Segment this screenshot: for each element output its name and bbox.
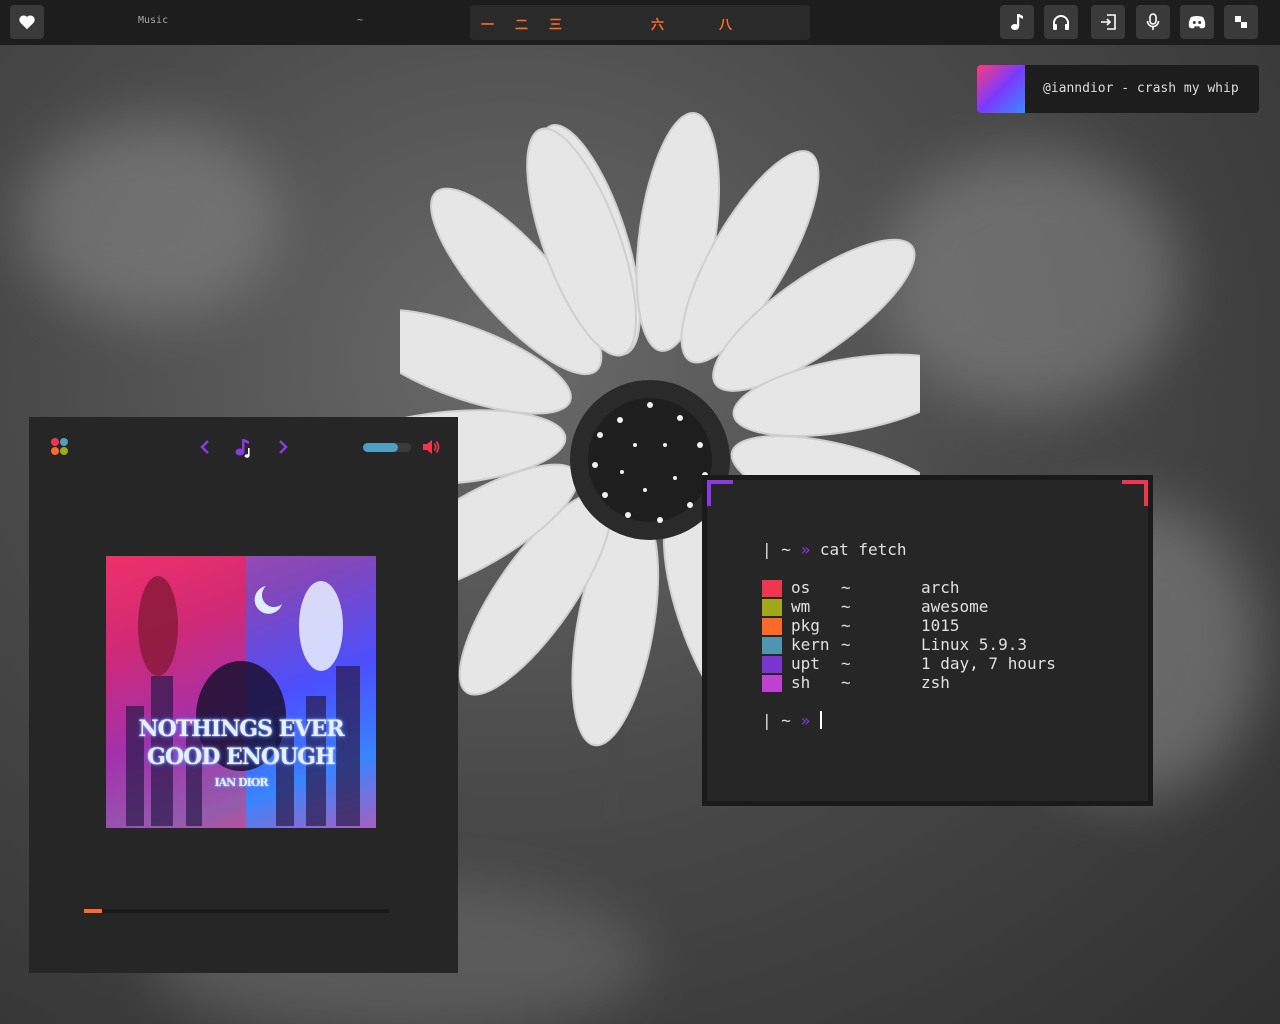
- fetch-sep: ~: [841, 654, 851, 673]
- tag-6[interactable]: 六: [651, 14, 664, 33]
- fetch-value: Linux 5.9.3: [921, 635, 1027, 654]
- fetch-key: os: [791, 578, 811, 597]
- track-progress-bar[interactable]: [84, 909, 390, 913]
- fetch-sep: ~: [841, 597, 851, 616]
- fetch-sep: ~: [841, 616, 851, 635]
- terminal-corner-right: [1122, 480, 1148, 506]
- fetch-value: arch: [921, 578, 960, 597]
- album-title-line2: GOOD ENOUGH: [147, 744, 336, 770]
- text-cursor: [819, 711, 822, 729]
- volume-slider-fill: [363, 443, 398, 452]
- app-dots-icon: [51, 438, 71, 458]
- track-progress-fill: [84, 909, 103, 913]
- login-button[interactable]: [1091, 5, 1125, 39]
- tag-1[interactable]: 一: [481, 14, 494, 33]
- prompt-arrow: »: [800, 540, 811, 559]
- discord-icon: [1188, 16, 1206, 29]
- album-artist: IAN DIOR: [214, 776, 269, 789]
- next-track-icon[interactable]: [277, 437, 289, 457]
- music-label: Music: [138, 15, 169, 26]
- fetch-key: wm: [791, 597, 811, 616]
- prompt-pipe: |: [762, 711, 772, 730]
- play-music-icon[interactable]: [233, 437, 255, 459]
- album-title-line1: NOTHINGS EVER: [138, 716, 344, 742]
- layout-icon: [1235, 16, 1247, 28]
- fetch-key: kern: [791, 635, 830, 654]
- album-art: NOTHINGS EVER GOOD ENOUGH IAN DIOR: [106, 556, 376, 828]
- fetch-value: 1015: [921, 616, 960, 635]
- music-player: NOTHINGS EVER GOOD ENOUGH IAN DIOR: [29, 417, 458, 973]
- prompt-tilde: ~: [781, 711, 791, 730]
- fetch-key: pkg: [791, 616, 820, 635]
- color-swatch-kern: [762, 637, 782, 654]
- tag-3[interactable]: 三: [549, 14, 562, 33]
- color-swatch-pkg: [762, 618, 782, 635]
- terminal-corner-left: [707, 480, 733, 506]
- prompt-pipe: |: [762, 540, 772, 559]
- fetch-sep: ~: [841, 635, 851, 654]
- notification-text: @ianndior - crash my whip: [1043, 81, 1239, 96]
- tilde-label: ~: [357, 15, 364, 26]
- notification-album-art: [977, 65, 1025, 113]
- volume-icon[interactable]: [422, 438, 440, 456]
- color-swatch-os: [762, 580, 782, 597]
- login-icon: [1101, 14, 1116, 30]
- previous-track-icon[interactable]: [199, 437, 211, 457]
- workspace-tags: 一 二 三 六 八: [470, 5, 810, 40]
- fetch-sep: ~: [841, 673, 851, 692]
- headphones-icon: [1053, 15, 1069, 30]
- discord-button[interactable]: [1180, 5, 1214, 39]
- fetch-value: awesome: [921, 597, 989, 616]
- now-playing-notification[interactable]: @ianndior - crash my whip: [977, 65, 1259, 113]
- color-swatch-upt: [762, 656, 782, 673]
- prompt-line[interactable]: | ~ »: [762, 711, 822, 730]
- heart-icon: [19, 15, 35, 30]
- top-bar: Music ~ 一 二 三 六 八: [0, 0, 1280, 45]
- volume-slider[interactable]: [363, 443, 411, 452]
- command-line: | ~ » cat fetch: [762, 540, 907, 559]
- fetch-value: zsh: [921, 673, 950, 692]
- tag-8[interactable]: 八: [719, 14, 732, 33]
- microphone-button[interactable]: [1136, 5, 1170, 39]
- terminal-body: | ~ » cat fetch os ~ arch wm ~ awesome p…: [707, 480, 1148, 801]
- layout-button[interactable]: [1224, 5, 1258, 39]
- color-swatch-wm: [762, 599, 782, 616]
- fetch-sep: ~: [841, 578, 851, 597]
- fetch-key: upt: [791, 654, 820, 673]
- music-button[interactable]: [1000, 5, 1034, 39]
- fetch-value: 1 day, 7 hours: [921, 654, 1056, 673]
- color-swatch-sh: [762, 675, 782, 692]
- heart-button[interactable]: [10, 5, 44, 39]
- terminal-window[interactable]: | ~ » cat fetch os ~ arch wm ~ awesome p…: [702, 475, 1153, 806]
- music-note-icon: [1011, 14, 1023, 30]
- fetch-key: sh: [791, 673, 811, 692]
- prompt-tilde: ~: [781, 540, 791, 559]
- prompt-arrow: »: [800, 711, 811, 730]
- microphone-icon: [1146, 13, 1160, 30]
- command-text: cat fetch: [819, 540, 907, 559]
- tag-2[interactable]: 二: [515, 14, 528, 33]
- headphones-button[interactable]: [1044, 5, 1078, 39]
